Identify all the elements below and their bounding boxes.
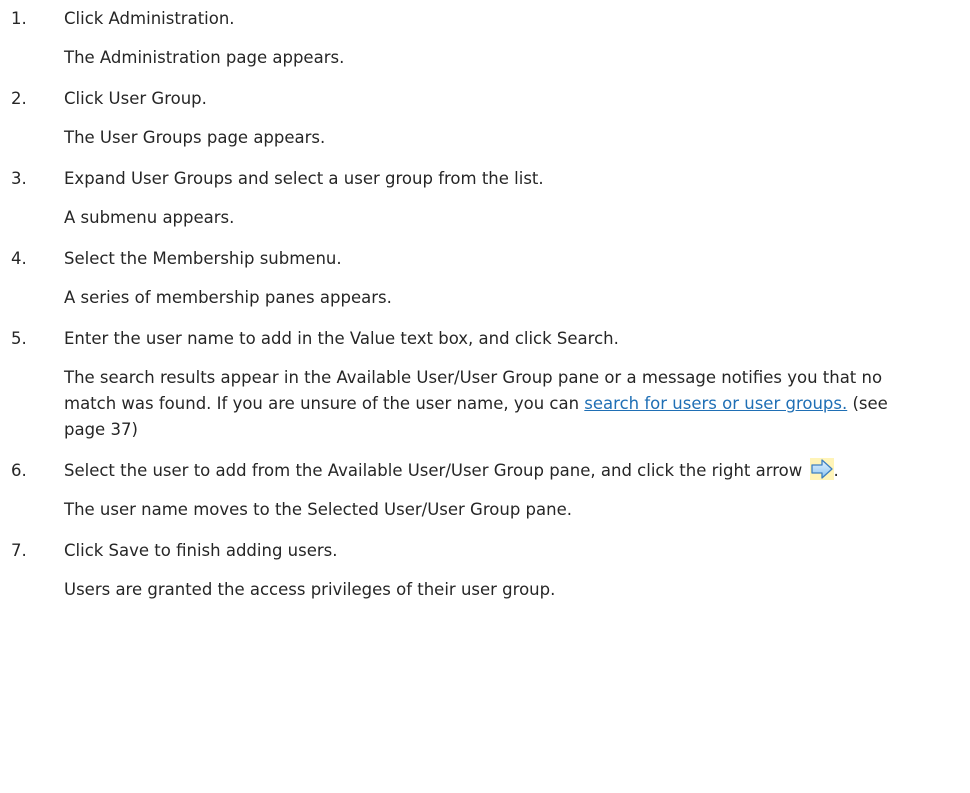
step-number: 1. [11, 9, 27, 28]
step-result: Users are granted the access privileges … [64, 580, 556, 599]
right-arrow-icon [809, 458, 834, 480]
step-instruction: Select the Membership submenu. [64, 249, 342, 268]
step-2: 2. Click User Group. The User Groups pag… [0, 86, 970, 151]
step-6: 6. Select the user to add from the Avail… [0, 458, 970, 523]
step-3: 3. Expand User Groups and select a user … [0, 166, 970, 231]
step-instruction: Expand User Groups and select a user gro… [64, 169, 544, 188]
step-instruction: Click User Group. [64, 89, 207, 108]
step-number: 6. [11, 461, 27, 480]
procedure-steps: 1. Click Administration. The Administrat… [0, 6, 970, 603]
step-result: The user name moves to the Selected User… [64, 500, 572, 519]
step-7: 7. Click Save to finish adding users. Us… [0, 538, 970, 603]
step-number: 3. [11, 169, 27, 188]
step-result: The Administration page appears. [64, 48, 345, 67]
step-instruction: Click Administration. [64, 9, 235, 28]
step-instruction-text: Select the user to add from the Availabl… [64, 461, 808, 480]
step-result: The User Groups page appears. [64, 128, 326, 147]
step-4: 4. Select the Membership submenu. A seri… [0, 246, 970, 311]
step-instruction-end: . [833, 461, 839, 480]
step-number: 2. [11, 89, 27, 108]
search-users-link[interactable]: search for users or user groups. [584, 394, 847, 413]
document-page: 1. Click Administration. The Administrat… [0, 0, 970, 793]
step-number: 7. [11, 541, 27, 560]
step-instruction: Select the user to add from the Availabl… [64, 458, 970, 484]
step-result: A series of membership panes appears. [64, 288, 392, 307]
step-result: The search results appear in the Availab… [64, 365, 970, 443]
step-instruction: Enter the user name to add in the Value … [64, 329, 619, 348]
step-result: A submenu appears. [64, 208, 235, 227]
step-number: 5. [11, 329, 27, 348]
step-1: 1. Click Administration. The Administrat… [0, 6, 970, 71]
step-instruction: Click Save to finish adding users. [64, 541, 338, 560]
step-number: 4. [11, 249, 27, 268]
step-5: 5. Enter the user name to add in the Val… [0, 326, 970, 443]
